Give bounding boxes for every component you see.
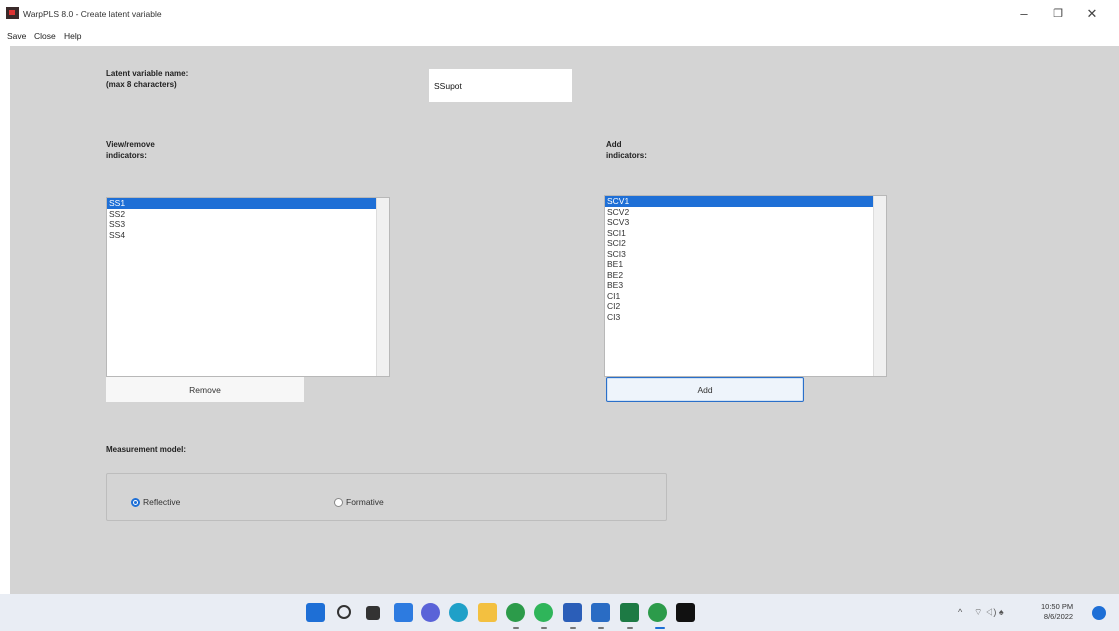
maximize-button[interactable]: ❐ — [1041, 0, 1075, 27]
list-item[interactable]: SS4 — [107, 230, 389, 241]
radio-selected-icon — [131, 497, 140, 507]
measurement-model-group: Reflective Formative — [106, 473, 667, 521]
list-item[interactable]: SCV1 — [605, 196, 886, 207]
close-window-button[interactable]: ✕ — [1075, 0, 1109, 27]
menu-bar: Save Close Help — [0, 27, 1119, 46]
clock[interactable]: 10:50 PM 8/6/2022 — [1041, 602, 1073, 622]
list-item[interactable]: SCI1 — [605, 228, 886, 239]
list-item[interactable]: CI1 — [605, 291, 886, 302]
chrome-badge-icon[interactable] — [648, 603, 667, 622]
running-indicator — [541, 627, 547, 629]
measurement-model-label: Measurement model: — [106, 445, 187, 454]
reflective-radio[interactable]: Reflective — [131, 497, 180, 507]
list-item[interactable]: SS2 — [107, 209, 389, 220]
radio-unselected-icon — [334, 497, 343, 507]
list-item[interactable]: BE3 — [605, 280, 886, 291]
edge-icon[interactable] — [449, 603, 468, 622]
tray-status-icons[interactable]: ⌔ ◁) ♠ — [974, 607, 1004, 618]
photos-icon[interactable] — [591, 603, 610, 622]
list-item[interactable]: SS3 — [107, 219, 389, 230]
taskbar: ^ ⌔ ◁) ♠ 10:50 PM 8/6/2022 — [0, 594, 1119, 631]
chat-icon[interactable] — [421, 603, 440, 622]
file-explorer-icon[interactable] — [478, 603, 497, 622]
add-indicators-label: Add indicators: — [606, 140, 647, 160]
list-item[interactable]: SS1 — [107, 198, 389, 209]
widgets-icon[interactable] — [394, 603, 413, 622]
chrome-alt-icon[interactable] — [534, 603, 553, 622]
menu-close[interactable]: Close — [34, 31, 56, 41]
formative-radio[interactable]: Formative — [334, 497, 384, 507]
view-remove-label: View/remove indicators: — [106, 140, 155, 160]
scrollbar[interactable] — [873, 196, 886, 376]
tray-chevron-icon[interactable]: ^ — [958, 607, 962, 617]
lv-name-label: Latent variable name: (max 8 characters) — [106, 69, 189, 89]
running-indicator — [513, 627, 519, 629]
list-item[interactable]: SCV3 — [605, 217, 886, 228]
lv-name-input[interactable]: SSupot — [429, 69, 572, 102]
list-item[interactable]: SCI2 — [605, 238, 886, 249]
add-button[interactable]: Add — [606, 377, 804, 402]
list-item[interactable]: CI2 — [605, 301, 886, 312]
list-item[interactable]: BE1 — [605, 259, 886, 270]
clock-date: 8/6/2022 — [1043, 612, 1074, 621]
menu-save[interactable]: Save — [7, 31, 26, 41]
list-item[interactable]: BE2 — [605, 270, 886, 281]
list-item[interactable]: SCV2 — [605, 207, 886, 218]
current-indicators-list[interactable]: SS1 SS2 SS3 SS4 — [106, 197, 390, 377]
app-icon — [6, 7, 19, 19]
chrome-icon[interactable] — [506, 603, 525, 622]
word-icon[interactable] — [563, 603, 582, 622]
running-indicator — [627, 627, 633, 629]
scrollbar[interactable] — [376, 198, 389, 376]
window-title: WarpPLS 8.0 - Create latent variable — [23, 9, 162, 19]
formative-label: Formative — [346, 497, 384, 507]
search-icon[interactable] — [337, 605, 351, 619]
notification-icon[interactable] — [1092, 606, 1106, 620]
excel-icon[interactable] — [620, 603, 639, 622]
available-indicators-list[interactable]: SCV1 SCV2 SCV3 SCI1 SCI2 SCI3 BE1 BE2 BE3 CI1 CI2 C… — [604, 195, 887, 377]
remove-button[interactable]: Remove — [106, 377, 304, 402]
task-view-icon[interactable] — [366, 606, 380, 620]
warppls-icon[interactable] — [676, 603, 695, 622]
title-bar: WarpPLS 8.0 - Create latent variable – ❐… — [0, 0, 1119, 27]
list-item[interactable]: SCI3 — [605, 249, 886, 260]
dialog-content: Latent variable name: (max 8 characters)… — [10, 46, 1119, 594]
clock-time: 10:50 PM — [1041, 602, 1074, 611]
running-indicator — [598, 627, 604, 629]
reflective-label: Reflective — [143, 497, 181, 507]
minimize-button[interactable]: – — [1007, 0, 1041, 27]
windows-start-icon[interactable] — [306, 603, 325, 622]
running-indicator — [570, 627, 576, 629]
active-indicator — [655, 627, 665, 629]
menu-help[interactable]: Help — [64, 31, 81, 41]
list-item[interactable]: CI3 — [605, 312, 886, 323]
